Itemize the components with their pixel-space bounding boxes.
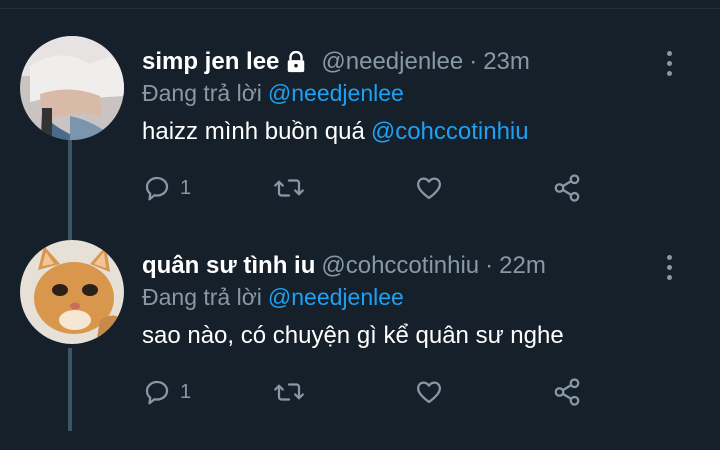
reply-button[interactable]: 1: [142, 168, 191, 208]
more-button[interactable]: [664, 252, 674, 282]
reply-button[interactable]: 1: [142, 372, 191, 412]
top-divider: [0, 0, 720, 9]
tweet-header: simp jen lee @needjenlee · 23m: [142, 44, 530, 80]
share-button[interactable]: [552, 372, 582, 412]
replying-label: Đang trả lời: [142, 80, 262, 106]
tweet-text-content: sao nào, có chuyện gì kể quân sư nghe: [142, 322, 564, 349]
handle[interactable]: @cohccotinhiu: [321, 252, 479, 280]
mention-link[interactable]: @cohccotinhiu: [371, 118, 529, 145]
retweet-button[interactable]: [274, 168, 304, 208]
tweet[interactable]: quân sư tình iu @cohccotinhiu · 22m Đang…: [0, 240, 720, 450]
photo-avatar-icon: [20, 36, 124, 140]
tweet-text-content: haizz mình buồn quá: [142, 118, 365, 145]
like-button[interactable]: [414, 168, 444, 208]
more-icon: [666, 255, 672, 260]
replying-mention-link[interactable]: @needjenlee: [268, 80, 404, 106]
reply-count: 1: [180, 380, 192, 403]
tweet-text: sao nào, có chuyện gì kể quân sư nghe: [142, 322, 564, 350]
avatar[interactable]: [20, 36, 124, 140]
avatar[interactable]: [20, 240, 124, 344]
replying-to: Đang trả lời @needjenlee: [142, 80, 404, 107]
timestamp[interactable]: 23m: [483, 48, 530, 76]
handle[interactable]: @needjenlee: [321, 48, 463, 76]
share-icon: [554, 174, 580, 202]
separator: ·: [469, 48, 478, 75]
more-icon: [666, 51, 672, 56]
separator: ·: [485, 252, 494, 279]
share-button[interactable]: [552, 168, 582, 208]
lock-icon: [288, 51, 305, 73]
like-button[interactable]: [414, 372, 444, 412]
timestamp[interactable]: 22m: [499, 252, 546, 280]
tweet-header: quân sư tình iu @cohccotinhiu · 22m: [142, 248, 546, 284]
share-icon: [554, 378, 580, 406]
like-icon: [416, 177, 442, 200]
reply-count: 1: [180, 176, 192, 199]
replying-label: Đang trả lời: [142, 284, 262, 310]
action-bar: 1: [142, 372, 592, 412]
retweet-icon: [274, 179, 304, 197]
action-bar: 1: [142, 168, 592, 208]
replying-mention-link[interactable]: @needjenlee: [268, 284, 404, 310]
display-name[interactable]: simp jen lee: [142, 48, 279, 76]
replying-to: Đang trả lời @needjenlee: [142, 284, 404, 311]
cat-avatar-icon: [20, 240, 124, 344]
tweet-text: haizz mình buồn quá @cohccotinhiu: [142, 118, 529, 146]
like-icon: [416, 381, 442, 404]
tweet[interactable]: simp jen lee @needjenlee · 23m Đang trả …: [0, 36, 720, 246]
reply-icon: [145, 380, 169, 405]
display-name[interactable]: quân sư tình iu: [142, 252, 315, 280]
retweet-button[interactable]: [274, 372, 304, 412]
more-button[interactable]: [664, 48, 674, 78]
reply-icon: [145, 176, 169, 201]
retweet-icon: [274, 383, 304, 401]
